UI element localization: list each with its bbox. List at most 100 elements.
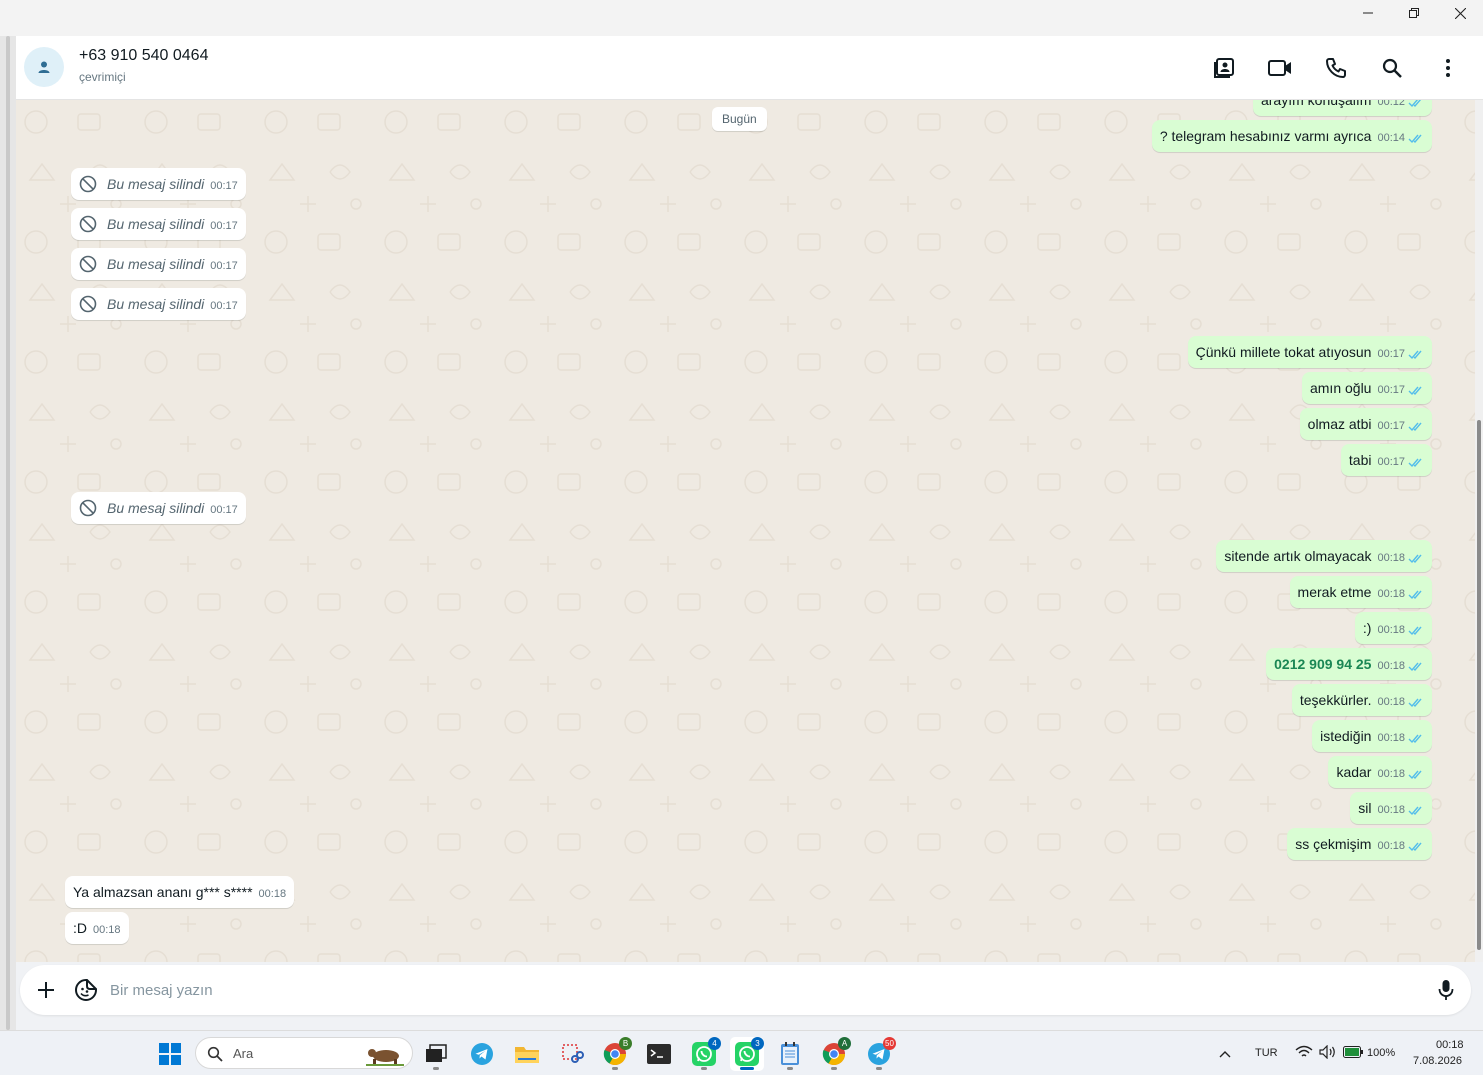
outgoing-message-bubble[interactable]: sil 00:18: [1350, 792, 1432, 824]
taskbar-app-chrome-profile-b[interactable]: B: [598, 1037, 632, 1071]
message-meta: 00:18: [1377, 767, 1424, 781]
taskbar-search[interactable]: Ara: [195, 1037, 413, 1069]
left-scrollbar-thumb[interactable]: [6, 36, 10, 1030]
message-text: arayım konuşalım: [1260, 100, 1372, 108]
taskbar-app-whatsapp-1[interactable]: 4: [687, 1037, 721, 1071]
chat-scrollbar[interactable]: [1475, 100, 1483, 962]
outgoing-message-bubble[interactable]: sitende artık olmayacak 00:18: [1216, 540, 1432, 572]
taskbar-app-task-view[interactable]: [419, 1037, 453, 1071]
restore-button[interactable]: [1391, 0, 1437, 26]
video-call-button[interactable]: [1266, 54, 1294, 82]
incoming-message-bubble[interactable]: Ya almazsan ananı g*** s**** 00:18: [65, 876, 295, 908]
battery-icon[interactable]: [1343, 1046, 1363, 1058]
message-text: Ya almazsan ananı g*** s****: [73, 884, 253, 900]
message-text: Bu mesaj silindi: [79, 498, 204, 518]
chat-scrollbar-thumb[interactable]: [1477, 420, 1481, 950]
deleted-message-bubble[interactable]: Bu mesaj silindi 00:17: [71, 168, 246, 200]
message-text: merak etme: [1297, 584, 1372, 600]
outgoing-message-bubble[interactable]: ? telegram hesabınız varmı ayrıca 00:14: [1151, 120, 1432, 152]
message-composer: [20, 965, 1471, 1015]
attach-button[interactable]: [32, 976, 60, 1004]
contact-name[interactable]: +63 910 540 0464: [79, 47, 208, 65]
deleted-message-bubble[interactable]: Bu mesaj silindi 00:17: [71, 288, 246, 320]
message-text: Bu mesaj silindi: [79, 294, 204, 314]
message-text: ss çekmişim: [1295, 836, 1372, 852]
message-meta: 00:12: [1377, 100, 1424, 109]
message-meta: 00:17: [210, 259, 238, 273]
outgoing-message-bubble[interactable]: kadar 00:18: [1328, 756, 1432, 788]
contact-status: çevrimiçi: [79, 70, 126, 84]
contact-avatar[interactable]: [24, 47, 64, 87]
read-receipt-icon: [1408, 554, 1422, 563]
read-receipt-icon: [1408, 386, 1422, 395]
taskbar-app-file-explorer[interactable]: [510, 1037, 544, 1071]
outgoing-message-bubble[interactable]: tabi 00:17: [1340, 444, 1432, 476]
input-language[interactable]: TUR: [1255, 1047, 1278, 1059]
start-button[interactable]: [153, 1037, 187, 1071]
message-text: Çünkü millete tokat atıyosun: [1195, 344, 1372, 360]
minimize-button[interactable]: [1345, 0, 1391, 26]
deleted-message-bubble[interactable]: Bu mesaj silindi 00:17: [71, 208, 246, 240]
outgoing-message-bubble[interactable]: merak etme 00:18: [1289, 576, 1432, 608]
folder-icon: [515, 1047, 539, 1063]
left-scrollbar[interactable]: [0, 36, 16, 1030]
message-time: 00:17: [1377, 384, 1405, 396]
search-chat-button[interactable]: [1378, 54, 1406, 82]
contact-card-button[interactable]: [1210, 54, 1238, 82]
outgoing-message-bubble[interactable]: ss çekmişim 00:18: [1287, 828, 1432, 860]
message-text: ? telegram hesabınız varmı ayrıca: [1159, 128, 1372, 144]
message-text: sil: [1358, 800, 1372, 816]
sticker-button[interactable]: [72, 976, 100, 1004]
close-window-button[interactable]: [1437, 0, 1483, 26]
unread-badge: 50: [883, 1037, 896, 1050]
taskbar-app-notepad[interactable]: [773, 1037, 807, 1071]
message-text: teşekkürler.: [1299, 692, 1372, 708]
clock-time[interactable]: 00:18: [1436, 1039, 1464, 1051]
more-options-button[interactable]: [1434, 54, 1462, 82]
taskbar-app-terminal[interactable]: [642, 1037, 676, 1071]
outgoing-message-bubble[interactable]: teşekkürler. 00:18: [1291, 684, 1432, 716]
taskbar-app-telegram-2[interactable]: 50: [862, 1037, 896, 1071]
deleted-message-icon: [79, 175, 97, 193]
message-meta: 00:18: [1377, 587, 1424, 601]
outgoing-message-bubble[interactable]: amın oğlu 00:17: [1301, 372, 1432, 404]
clock-date[interactable]: 7.08.2026: [1413, 1055, 1462, 1067]
outgoing-message-bubble[interactable]: Çünkü millete tokat atıyosun 00:17: [1187, 336, 1432, 368]
taskbar-app-whatsapp-2[interactable]: 3: [730, 1037, 764, 1071]
voice-call-button[interactable]: [1322, 54, 1350, 82]
outgoing-message-bubble[interactable]: 0212 909 94 25 00:18: [1266, 648, 1432, 680]
message-meta: 00:17: [1377, 419, 1424, 433]
message-meta: 00:18: [1377, 551, 1424, 565]
contact-card-icon: [1214, 58, 1234, 78]
close-icon: [1454, 7, 1466, 19]
wifi-icon[interactable]: [1295, 1045, 1313, 1059]
voice-message-button[interactable]: [1432, 976, 1460, 1004]
message-input[interactable]: [110, 977, 1410, 1003]
notepad-icon: [781, 1042, 799, 1065]
outgoing-message-bubble[interactable]: :) 00:18: [1354, 612, 1432, 644]
outgoing-message-bubble[interactable]: arayım konuşalım 00:12: [1252, 100, 1432, 116]
deleted-message-bubble[interactable]: Bu mesaj silindi 00:17: [71, 492, 246, 524]
read-receipt-icon: [1408, 626, 1422, 635]
message-time: 00:12: [1377, 100, 1405, 108]
deleted-message-bubble[interactable]: Bu mesaj silindi 00:17: [71, 248, 246, 280]
phone-number-link[interactable]: 0212 909 94 25: [1274, 654, 1371, 674]
message-meta: 00:18: [1377, 731, 1424, 745]
outgoing-message-bubble[interactable]: istediğin 00:18: [1312, 720, 1432, 752]
chat-messages-area[interactable]: Bugün arayım konuşalım 00:12 ? telegram he…: [16, 100, 1475, 962]
show-hidden-icons-button[interactable]: [1212, 1037, 1238, 1071]
message-time: 00:18: [1377, 660, 1405, 672]
taskbar-app-snipping-tool[interactable]: [555, 1037, 589, 1071]
message-meta: 00:18: [1377, 803, 1424, 817]
running-indicator: [433, 1067, 439, 1070]
volume-icon[interactable]: [1319, 1045, 1337, 1059]
taskbar-search-label: Ara: [233, 1046, 254, 1061]
read-receipt-icon: [1408, 662, 1422, 671]
message-time: 00:18: [1377, 804, 1405, 816]
unread-badge: 3: [751, 1037, 764, 1050]
outgoing-message-bubble[interactable]: olmaz atbi 00:17: [1299, 408, 1432, 440]
voice-call-icon: [1326, 58, 1346, 78]
incoming-message-bubble[interactable]: :D 00:18: [65, 912, 129, 944]
taskbar-app-chrome-profile-a[interactable]: A: [817, 1037, 851, 1071]
taskbar-app-telegram[interactable]: [465, 1037, 499, 1071]
